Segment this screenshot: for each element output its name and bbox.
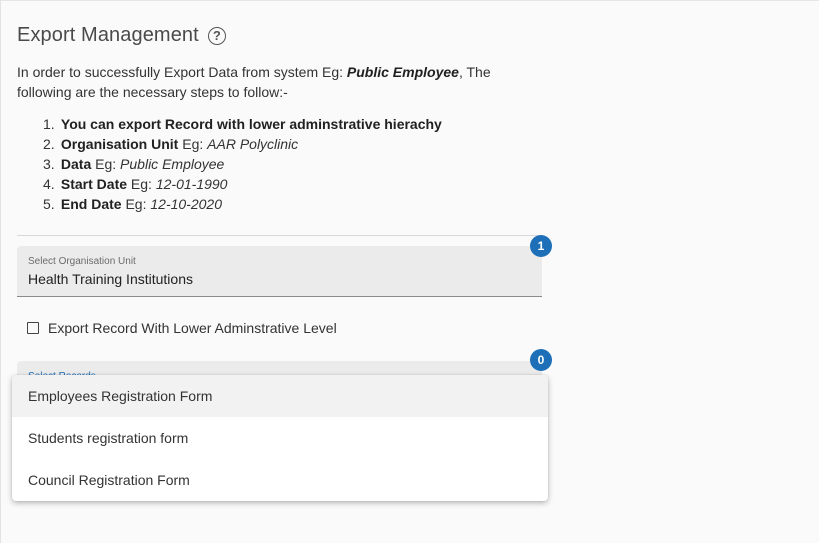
intro-paragraph: In order to successfully Export Data fro… [17, 62, 547, 102]
step-item: 1. You can export Record with lower admi… [43, 114, 442, 134]
step-example: 12-01-1990 [155, 176, 228, 192]
step-number: 3. [43, 156, 55, 172]
step-number: 5. [43, 196, 55, 212]
step-eg: Eg: [127, 176, 156, 192]
step-item: 3. Data Eg: Public Employee [43, 154, 442, 174]
step-eg: Eg: [91, 156, 121, 172]
dropdown-option-employees[interactable]: Employees Registration Form [12, 375, 548, 417]
steps-list: 1. You can export Record with lower admi… [43, 114, 442, 214]
title-row: Export Management ? [17, 24, 226, 47]
lower-level-checkbox[interactable] [27, 322, 39, 334]
records-dropdown-menu: Employees Registration Form Students reg… [12, 375, 548, 501]
step-key: Data [60, 156, 92, 172]
organisation-unit-count-badge: 1 [530, 235, 552, 257]
step-item: 4. Start Date Eg: 12-01-1990 [43, 174, 442, 194]
lower-level-checkbox-row[interactable]: Export Record With Lower Adminstrative L… [27, 320, 337, 336]
step-item: 5. End Date Eg: 12-10-2020 [43, 194, 442, 214]
lower-level-checkbox-label[interactable]: Export Record With Lower Adminstrative L… [48, 320, 337, 336]
step-key: Organisation Unit [60, 136, 179, 152]
section-divider [17, 235, 542, 236]
organisation-unit-label: Select Organisation Unit [28, 256, 136, 267]
step-number: 2. [43, 136, 55, 152]
step-key: End Date [60, 196, 122, 212]
step-key: You can export Record with lower adminst… [60, 116, 442, 132]
step-example: AAR Polyclinic [207, 136, 299, 152]
organisation-unit-select[interactable]: Select Organisation Unit Health Training… [17, 246, 542, 297]
step-number: 4. [43, 176, 55, 192]
step-key: Start Date [60, 176, 128, 192]
step-example: 12-10-2020 [150, 196, 222, 212]
step-item: 2. Organisation Unit Eg: AAR Polyclinic [43, 134, 442, 154]
step-eg: Eg: [121, 196, 151, 212]
dropdown-option-council[interactable]: Council Registration Form [12, 459, 548, 501]
help-circle-icon[interactable]: ? [207, 26, 226, 45]
intro-text-before: In order to successfully Export Data fro… [17, 64, 347, 80]
step-eg: Eg: [178, 136, 208, 152]
step-number: 1. [43, 116, 55, 132]
intro-emphasis: Public Employee [346, 64, 459, 80]
dropdown-option-students[interactable]: Students registration form [12, 417, 548, 459]
records-count-badge: 0 [530, 349, 552, 371]
page-title: Export Management [17, 24, 199, 46]
window-top-border [0, 0, 819, 1]
organisation-unit-value: Health Training Institutions [28, 271, 193, 287]
step-example: Public Employee [120, 156, 225, 172]
window-left-border [0, 0, 1, 543]
